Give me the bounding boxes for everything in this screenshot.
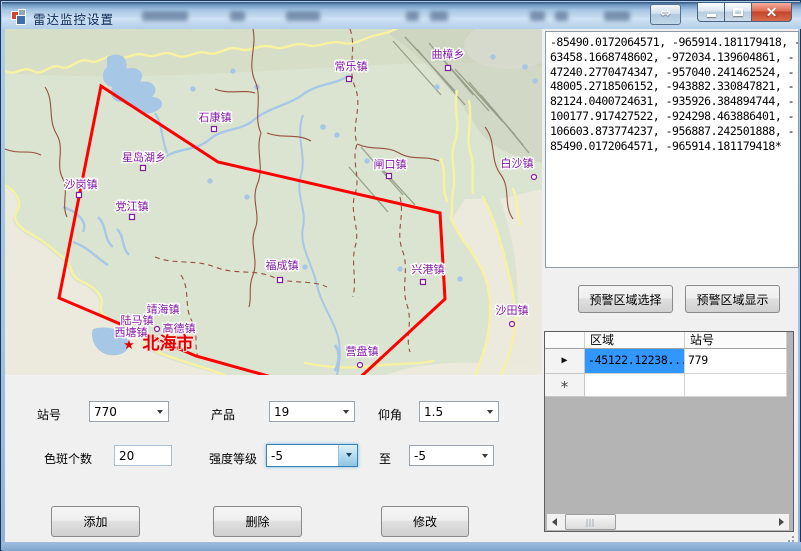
grid-corner-header[interactable] [545, 332, 585, 349]
town-label: 常乐镇 [335, 59, 368, 73]
minimize-button[interactable] [697, 3, 725, 22]
chevron-down-icon [487, 410, 493, 414]
town-marker [155, 327, 160, 332]
product-label: 产品 [211, 406, 235, 423]
town-label: 石康镇 [199, 110, 232, 124]
chevron-down-icon [157, 410, 163, 414]
town-label: 营盘镇 [346, 344, 379, 358]
select-warning-area-button[interactable]: 预警区域选择 [578, 285, 673, 313]
grid-cell-area[interactable]: -45122.12238... [585, 349, 685, 374]
product-value: 19 [274, 405, 289, 419]
grid-new-row-indicator[interactable]: * [545, 374, 585, 397]
intensity-to-combobox[interactable]: -5 [409, 445, 494, 466]
town-marker [77, 193, 82, 198]
redacted-text [406, 11, 419, 21]
intensity-value: -5 [271, 449, 283, 463]
town-label: 星岛湖乡 [122, 150, 166, 164]
town-marker [421, 280, 426, 285]
scroll-left-icon[interactable] [547, 514, 563, 530]
display-warning-area-button[interactable]: 预警区域显示 [685, 285, 780, 313]
grid-column-header-station[interactable]: 站号 [685, 332, 787, 349]
close-icon [766, 7, 777, 18]
city-star-icon: ★ [123, 338, 135, 353]
town-label: 福成镇 [266, 258, 299, 272]
town-marker [130, 215, 135, 220]
station-value: 770 [94, 405, 117, 419]
grid-horizontal-scrollbar[interactable] [547, 514, 789, 530]
delete-button[interactable]: 删除 [213, 506, 302, 537]
town-label: 兴港镇 [412, 262, 445, 276]
to-label: 至 [379, 450, 391, 467]
spot-count-input[interactable]: 20 [114, 445, 172, 466]
elevation-combobox[interactable]: 1.5 [419, 401, 499, 422]
redacted-text [604, 11, 630, 21]
horizontal-resize-icon[interactable]: ⇔ [650, 4, 681, 25]
town-label: 沙岗镇 [65, 177, 98, 191]
modify-button[interactable]: 修改 [381, 506, 469, 537]
grid-current-row-indicator[interactable]: ▶ [545, 349, 585, 374]
client-area: 石康镇常乐镇曲樟乡闸口镇白沙镇沙岗镇星岛湖乡党江镇靖海镇陆马镇西塘镇高德镇福成镇… [5, 29, 798, 542]
close-button[interactable] [751, 3, 792, 22]
town-marker [532, 175, 537, 180]
chevron-down-icon [482, 454, 488, 458]
grid-column-header-area[interactable]: 区域 [585, 332, 685, 349]
town-marker [212, 127, 217, 132]
redacted-text [530, 11, 545, 21]
redacted-text [230, 11, 245, 21]
redacted-text [430, 11, 448, 21]
maximize-icon [733, 8, 743, 16]
map-panel[interactable]: 石康镇常乐镇曲樟乡闸口镇白沙镇沙岗镇星岛湖乡党江镇靖海镇陆马镇西塘镇高德镇福成镇… [5, 29, 542, 375]
elevation-value: 1.5 [424, 405, 443, 419]
town-label: 党江镇 [116, 199, 149, 213]
town-label: 高德镇 [163, 321, 196, 335]
warning-area-grid: 区域 站号 ▶ -45122.12238... 779 * [544, 331, 794, 532]
window-title: 雷达监控设置 [33, 9, 114, 28]
town-label: 曲樟乡 [432, 47, 465, 61]
station-label: 站号 [37, 406, 61, 423]
station-combobox[interactable]: 770 [89, 401, 169, 422]
app-window: 雷达监控设置 ⇔ [0, 0, 801, 551]
redacted-text [142, 11, 188, 21]
town-label: 沙田镇 [496, 303, 529, 317]
scrollbar-grip-icon [586, 519, 595, 527]
elevation-label: 仰角 [378, 406, 402, 423]
map-canvas: 石康镇常乐镇曲樟乡闸口镇白沙镇沙岗镇星岛湖乡党江镇靖海镇陆马镇西塘镇高德镇福成镇… [5, 29, 542, 375]
town-marker [278, 278, 283, 283]
scrollbar-thumb[interactable] [565, 514, 616, 530]
redacted-text [555, 11, 568, 21]
redacted-text [286, 11, 320, 21]
town-marker [446, 66, 451, 71]
window-bottom-border [2, 542, 801, 551]
town-label: 陆马镇 [121, 313, 154, 327]
product-combobox[interactable]: 19 [269, 401, 355, 422]
spot-count-value: 20 [119, 449, 134, 463]
grid-cell-empty[interactable] [685, 374, 787, 397]
caption-buttons [697, 3, 792, 22]
grid-cell-station[interactable]: 779 [685, 349, 787, 374]
app-icon [11, 9, 26, 24]
spot-count-label: 色斑个数 [44, 450, 92, 467]
town-marker [510, 322, 515, 327]
town-marker [358, 363, 363, 368]
chevron-down-icon [346, 453, 352, 457]
town-marker [387, 174, 392, 179]
town-marker [347, 77, 352, 82]
intensity-to-value: -5 [414, 449, 426, 463]
scroll-right-icon[interactable] [773, 514, 789, 530]
intensity-combobox[interactable]: -5 [266, 444, 358, 467]
titlebar: 雷达监控设置 ⇔ [2, 2, 801, 29]
intensity-label: 强度等级 [209, 450, 257, 467]
add-button[interactable]: 添加 [51, 506, 140, 537]
town-label: 闸口镇 [374, 157, 407, 171]
coordinates-textbox[interactable]: -85490.0172064571, -965914.181179418, -6… [545, 31, 799, 268]
grid-cell-empty[interactable] [585, 374, 685, 397]
maximize-button[interactable] [724, 3, 752, 22]
minimize-icon [707, 14, 716, 17]
resize-grip-icon[interactable] [792, 536, 794, 538]
town-label: 白沙镇 [501, 156, 534, 170]
town-marker [141, 166, 146, 171]
chevron-down-icon [343, 410, 349, 414]
city-label: 北海市 [143, 333, 194, 354]
